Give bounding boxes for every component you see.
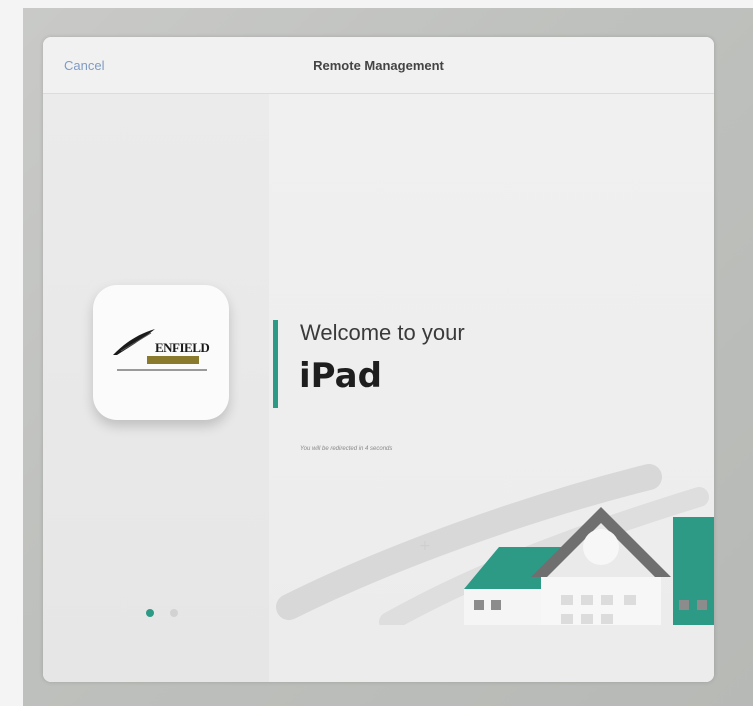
nav-title: Remote Management: [313, 58, 444, 73]
accent-bar: [273, 320, 278, 408]
organization-logo-tile: ENFIELD: [93, 285, 229, 420]
navigation-bar: Cancel Remote Management: [43, 37, 714, 94]
logo-subtitle-band: [147, 356, 199, 364]
logo-tagline-line: [117, 369, 207, 371]
page-dot-active[interactable]: [146, 609, 154, 617]
school-building-illustration: +: [276, 464, 714, 625]
logo-wordmark: ENFIELD: [155, 340, 210, 355]
welcome-heading: Welcome to your: [300, 320, 465, 345]
device-name: iPad: [299, 356, 382, 396]
page-dot-inactive[interactable]: [170, 609, 178, 617]
ipad-screen: Cancel Remote Management ENFIELD Welcome…: [43, 37, 714, 682]
quill-icon: [113, 329, 155, 355]
svg-text:+: +: [419, 538, 431, 554]
